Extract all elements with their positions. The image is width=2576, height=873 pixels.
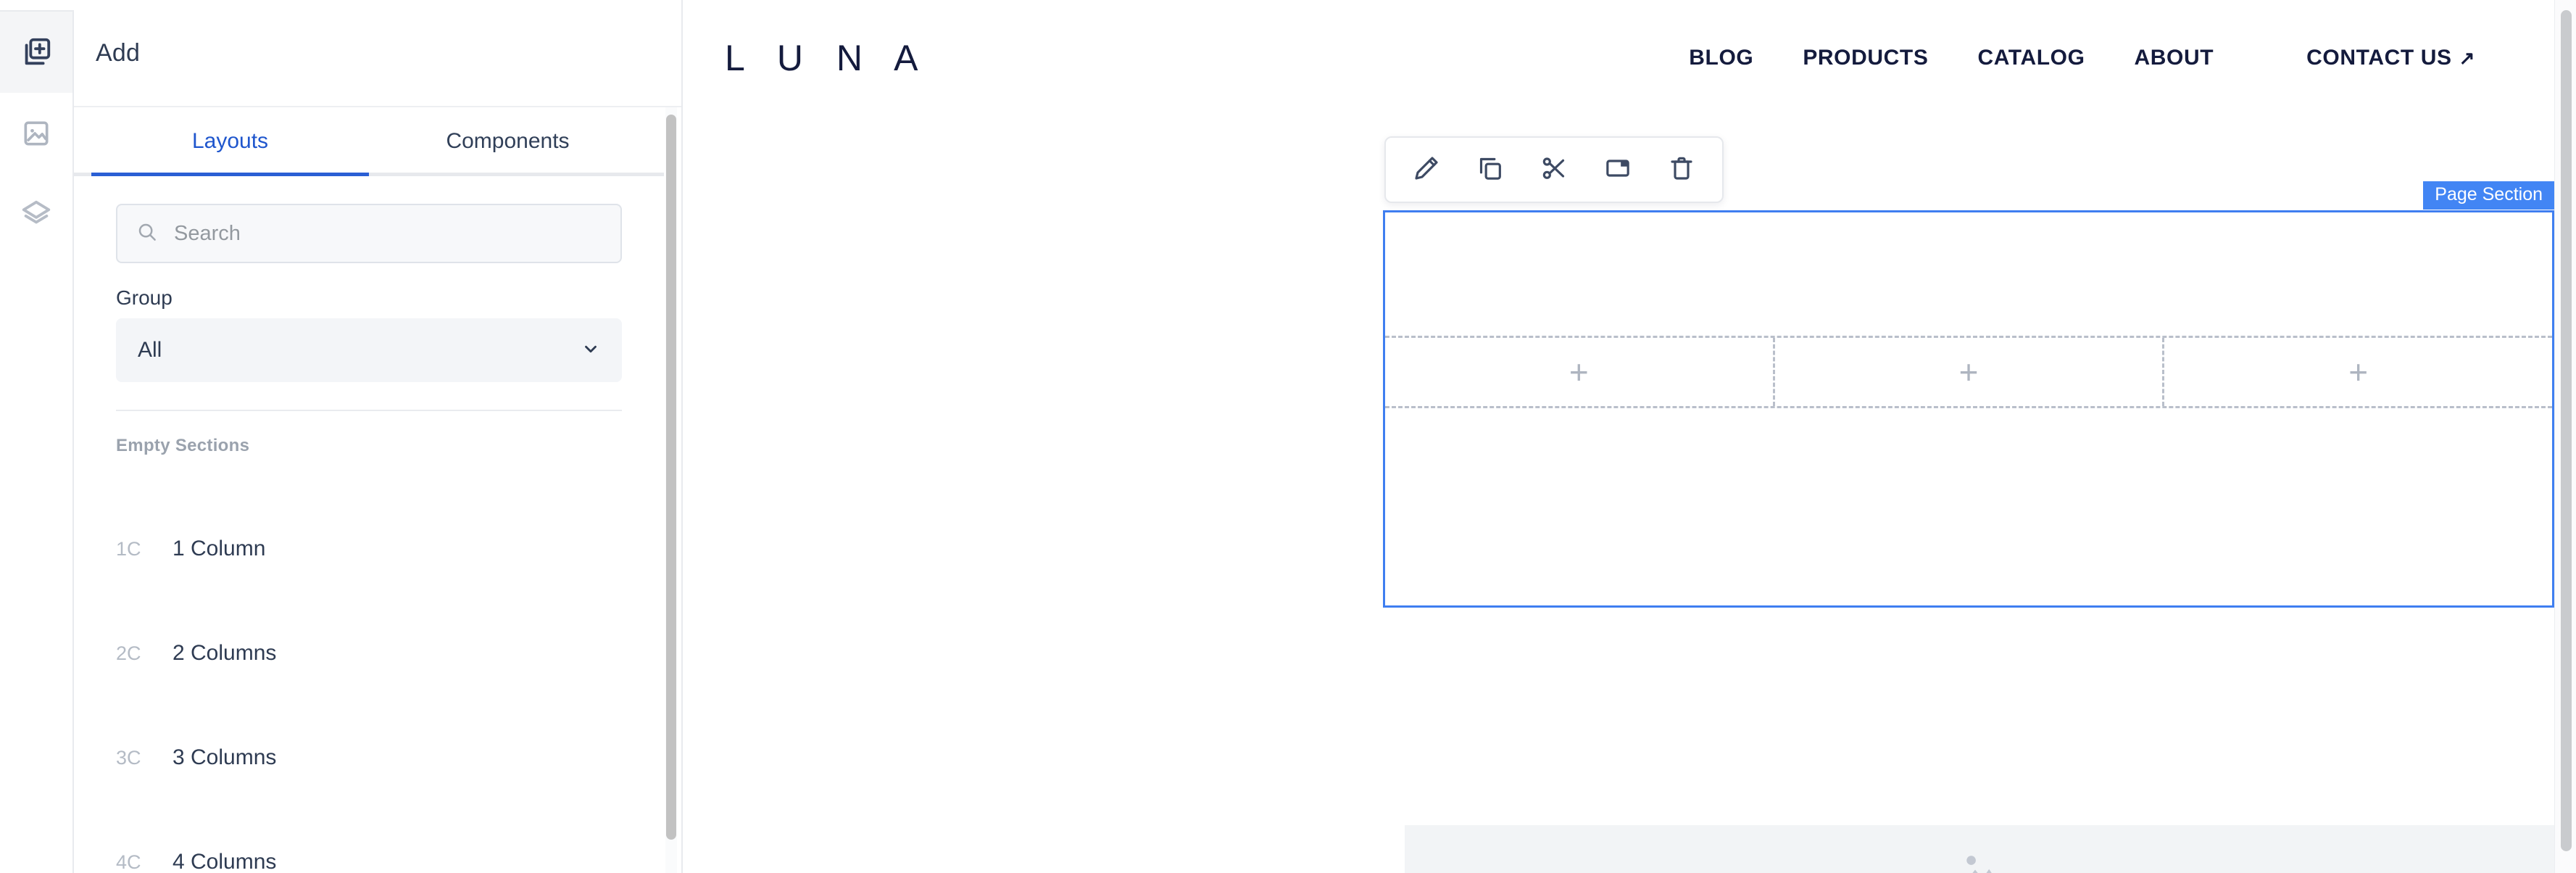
drop-cell[interactable]: + [1385,338,1775,406]
panel-body: Layouts Components Group All [74,107,681,873]
arrow-up-right-icon: ↗ [2459,47,2475,69]
list-item-code: 1C [116,537,141,560]
panel-tabs: Layouts Components [74,107,664,176]
page-canvas: L U N A BLOG PRODUCTS CATALOG ABOUT CONT… [683,0,2576,873]
list-item[interactable]: 2C 2 Columns [116,601,622,706]
trash-icon [1667,154,1696,186]
status-badge: Page Section [2423,181,2554,210]
panel-header: Add [74,0,681,107]
list-item-code: 3C [116,746,141,769]
rail-item-layers[interactable] [0,174,72,255]
tab-components[interactable]: Components [369,107,647,173]
edit-button[interactable] [1395,138,1458,202]
group-select[interactable]: All [116,318,622,382]
element-toolbar [1384,136,1724,203]
drop-cell[interactable]: + [2164,338,2552,406]
cut-button[interactable] [1522,138,1586,202]
nav-item-contact-label: CONTACT US [2306,46,2452,70]
nav-item-catalog[interactable]: CATALOG [1953,46,2109,70]
icon-rail [0,0,74,873]
duplicate-icon [1476,154,1505,186]
list-item[interactable]: 4C 4 Columns [116,810,622,873]
rail-item-add[interactable] [0,12,72,93]
pencil-icon [1412,154,1441,186]
tab-layouts[interactable]: Layouts [91,107,369,176]
layouts-list: Empty Sections 1C 1 Column 2C 2 Columns … [74,411,664,873]
site-header: L U N A BLOG PRODUCTS CATALOG ABOUT CONT… [683,0,2554,116]
image-placeholder-block[interactable] [1405,825,2554,873]
search-container [74,176,664,263]
search-icon [136,221,158,247]
group-selected-value: All [138,338,162,362]
paste-button[interactable] [1586,138,1650,202]
delete-button[interactable] [1650,138,1713,202]
page-section-block[interactable]: Page Section + + + [1383,181,2554,608]
image-icon [20,117,52,149]
add-block-icon [20,36,53,69]
search-input[interactable] [174,221,602,246]
layers-icon [20,198,53,231]
list-item-label: 4 Columns [173,850,277,873]
page-title: Add [96,38,141,67]
list-section-header: Empty Sections [116,436,250,455]
image-placeholder-icon [1953,847,2006,873]
paste-icon [1603,154,1632,186]
nav-item-blog[interactable]: BLOG [1664,46,1778,70]
add-panel: Add Layouts Components Search Group All … [74,0,683,873]
search-box[interactable] [116,204,622,263]
list-item[interactable]: 3C 3 Columns [116,706,622,810]
list-item-label: 1 Column [173,537,266,560]
list-item-code: 2C [116,642,141,664]
duplicate-button[interactable] [1458,138,1522,202]
group-label: Group [116,286,173,309]
page-builder-app: Add Layouts Components Search Group All … [0,0,2576,873]
plus-icon: + [2348,353,2369,391]
rail-item-media[interactable] [0,93,72,174]
list-item-code: 4C [116,851,141,873]
panel-scrollbar-thumb[interactable] [666,115,676,840]
drop-cell[interactable]: + [1775,338,2165,406]
chevron-down-icon [581,339,600,362]
site-logo: L U N A [725,38,930,78]
scissors-icon [1540,154,1569,186]
rail-top-seam [0,0,74,12]
list-item[interactable]: 1C 1 Column [116,497,622,601]
drop-zone-row: + + + [1385,336,2552,408]
plus-icon: + [1958,353,1979,391]
nav-item-about[interactable]: ABOUT [2110,46,2239,70]
panel-scrollbar[interactable] [665,107,677,873]
nav-item-contact-us[interactable]: CONTACT US ↗ [2282,46,2500,70]
canvas-scrollbar-thumb[interactable] [2561,10,2572,851]
group-filter: Group All [74,263,664,382]
nav-item-products[interactable]: PRODUCTS [1778,46,1953,70]
list-item-label: 2 Columns [173,641,277,665]
list-item-label: 3 Columns [173,745,277,769]
canvas-scrollbar[interactable] [2554,0,2576,873]
plus-icon: + [1569,353,1589,391]
site-nav: BLOG PRODUCTS CATALOG ABOUT CONTACT US ↗ [1664,46,2500,70]
